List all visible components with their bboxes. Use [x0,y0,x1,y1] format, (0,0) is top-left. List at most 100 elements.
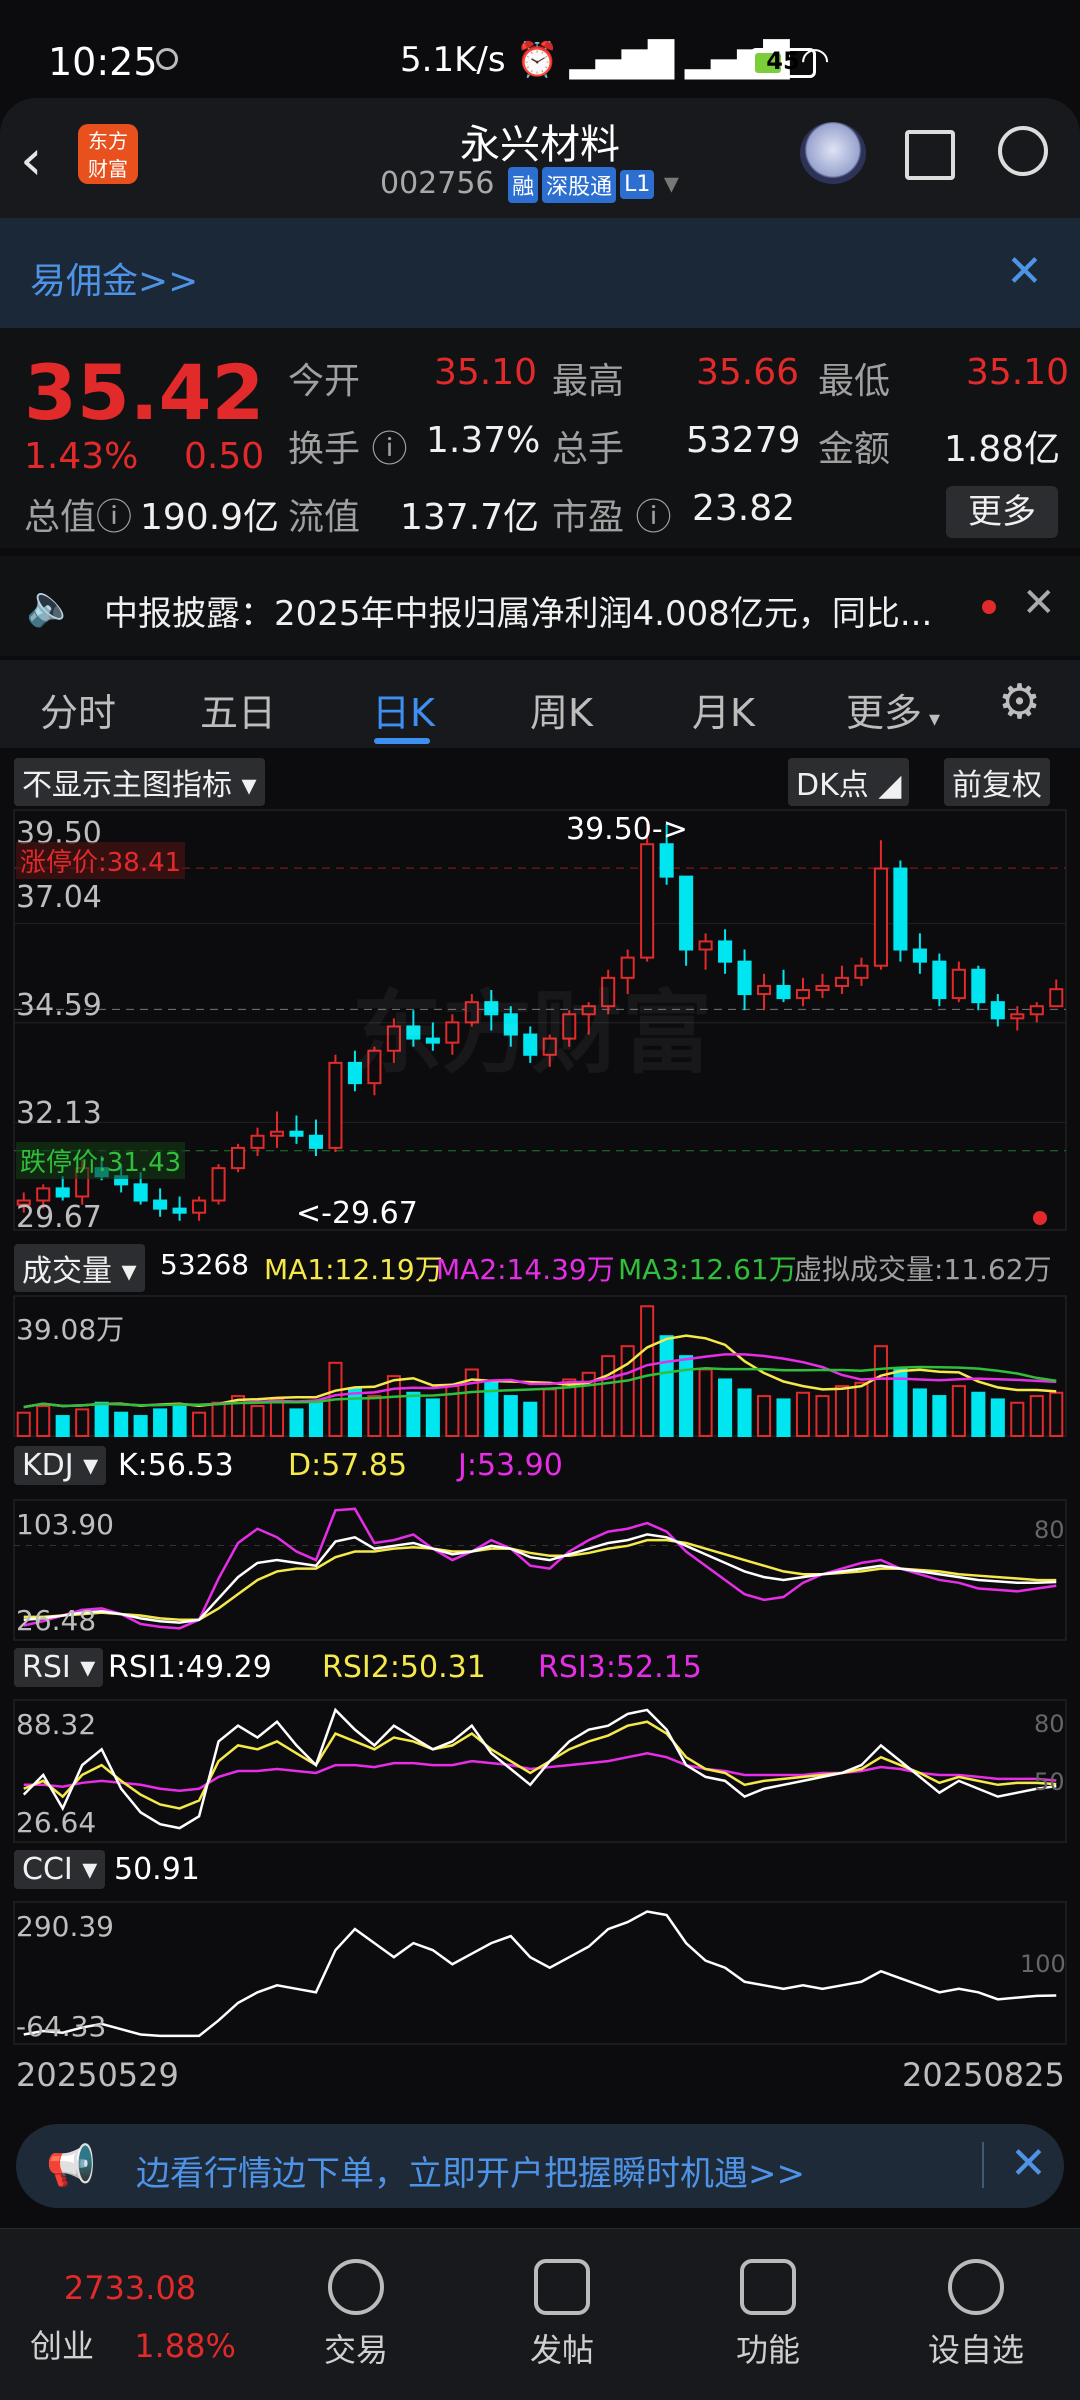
nav-post[interactable]: 发帖 [482,2259,642,2371]
commission-banner[interactable]: 易佣金>> ✕ [0,218,1080,328]
status-bar: 10:25 5.1K/s ⏰ ▂▄▆█ ▂▄▆█ ◠ 45 [0,0,1080,100]
candle-body [679,875,694,951]
volume-bar [211,1401,226,1438]
turnover-field: 换手 ⓘ [288,429,408,470]
cci-level-label: 100 [1020,1950,1066,1978]
candle-body [756,984,772,996]
index-ticker[interactable]: 2733.08 创业 1.88% [30,2269,236,2367]
candle-body [873,867,888,967]
rsi-indicator-select[interactable]: RSI ▾ [14,1648,104,1687]
volume-indicator-select[interactable]: 成交量 ▾ [14,1244,145,1292]
volume-bar [75,1408,90,1438]
limit-up-label: 涨停价:38.41 [16,842,186,879]
candle-body [172,1207,187,1214]
candle-body [854,964,869,979]
candle-body [776,984,791,1000]
amount-value: 1.88亿 [944,429,1061,470]
kdj-indicator-select[interactable]: KDJ ▾ [14,1446,107,1485]
change-percent: 1.43% [24,436,139,477]
market-cap-field: 总值ⓘ [24,497,133,538]
chart-tabs: 分时 五日 日K 周K 月K 更多 ▾ ⚙ [0,660,1080,748]
float-cap-value: 137.7亿 [400,497,540,538]
pe-field: 市盈 ⓘ [552,497,672,538]
volume-bar [1029,1395,1044,1438]
volume-bar [679,1355,694,1437]
close-icon[interactable]: ✕ [1022,580,1056,626]
volume-bar [971,1391,986,1437]
tab-daily-k[interactable]: 日K [372,682,435,737]
kdj-level-label: 80 [1034,1516,1065,1544]
volume-bar [406,1391,421,1437]
candle-body [289,1130,304,1137]
volume-bar [542,1388,557,1438]
volume-bar [503,1395,518,1438]
rsi2-line [23,1720,1057,1810]
tab-five-day[interactable]: 五日 [200,682,276,737]
announcement-bar[interactable]: 🔈 中报披露：2025年中报归属净利润4.008亿元，同比... ✕ [0,556,1080,656]
close-icon[interactable]: ✕ [1006,246,1043,297]
volume-bar [289,1408,304,1438]
tab-monthly-k[interactable]: 月K [692,682,755,737]
more-button[interactable]: 更多 [946,486,1058,538]
badge-connect: 深股通 [542,166,617,203]
cci-min-label: -64.33 [16,2010,107,2043]
kdj-d-value: D:57.85 [288,1448,408,1483]
notification-icon [156,48,178,70]
open-account-banner[interactable]: 📢 边看行情边下单，立即开户把握瞬时机遇>> ✕ [16,2124,1064,2208]
gear-icon[interactable]: ⚙ [998,674,1041,730]
rsi3-value: RSI3:52.15 [538,1650,702,1685]
share-icon[interactable] [905,130,955,180]
volume-value: 53279 [686,420,801,461]
volume-bar [640,1305,655,1437]
nav-functions[interactable]: 功能 [688,2259,848,2371]
high-field: 最高 [552,361,625,402]
candle-body [1029,1005,1044,1016]
banner-text: 易佣金>> [30,261,199,302]
pe-value: 23.82 [692,488,796,529]
low-field: 最低 [818,361,891,402]
open-field: 今开 [288,361,361,402]
high-value: 35.66 [696,352,800,393]
close-icon[interactable]: ✕ [1010,2138,1047,2189]
kdj-j-value: J:53.90 [458,1448,563,1483]
date-start: 20250529 [16,2056,179,2094]
assistant-robot-icon[interactable] [800,122,866,184]
tab-intraday[interactable]: 分时 [40,682,116,737]
search-icon[interactable] [998,126,1048,176]
y-tick-label: 29.67 [16,1200,102,1235]
volume-bar [951,1385,966,1437]
volume-bar [153,1408,168,1438]
tab-more[interactable]: 更多 ▾ [846,682,940,737]
badge-level: L1 [620,170,655,199]
cci-indicator-select[interactable]: CCI ▾ [14,1850,106,1889]
title-bar: ‹ 东方 财富 永兴材料 002756 融深股通 L1 ▾ [0,98,1080,218]
candle-body [834,976,850,987]
volume-bar [756,1395,772,1438]
grid-icon [740,2259,796,2315]
announcement-text: 中报披露：2025年中报归属净利润4.008亿元，同比... [104,594,933,634]
kline-chart-area[interactable]: 不显示主图指标 ▾ DK点 ◢ 前复权 39.50 37.04 34.59 32… [0,750,1080,2110]
tab-weekly-k[interactable]: 周K [530,682,593,737]
speaker-icon: 🔈 [26,583,76,629]
volume-max-label: 39.08万 [16,1313,125,1346]
candle-body [269,1130,285,1137]
high-marker: 39.50-> [566,812,688,847]
kdj-k-line [23,1533,1057,1624]
candle-body [912,948,927,963]
volume-bar [114,1411,129,1437]
current-price: 35.42 [24,348,265,437]
rsi-min-label: 26.64 [16,1806,97,1839]
volume-bar [36,1405,51,1437]
candle-body [640,843,655,959]
clock: 10:25 [48,40,158,84]
nav-watchlist[interactable]: 设自选 [896,2259,1056,2371]
turnover-value: 1.37% [426,420,541,461]
volume-bar [659,1335,674,1437]
nav-trade[interactable]: 交易 [276,2259,436,2371]
date-end: 20250825 [902,2056,1065,2094]
candle-body [328,1061,343,1149]
open-value: 35.10 [434,352,538,393]
y-tick-label: 32.13 [16,1096,102,1131]
candle-body [1010,1013,1025,1020]
candle-body [932,960,947,1000]
